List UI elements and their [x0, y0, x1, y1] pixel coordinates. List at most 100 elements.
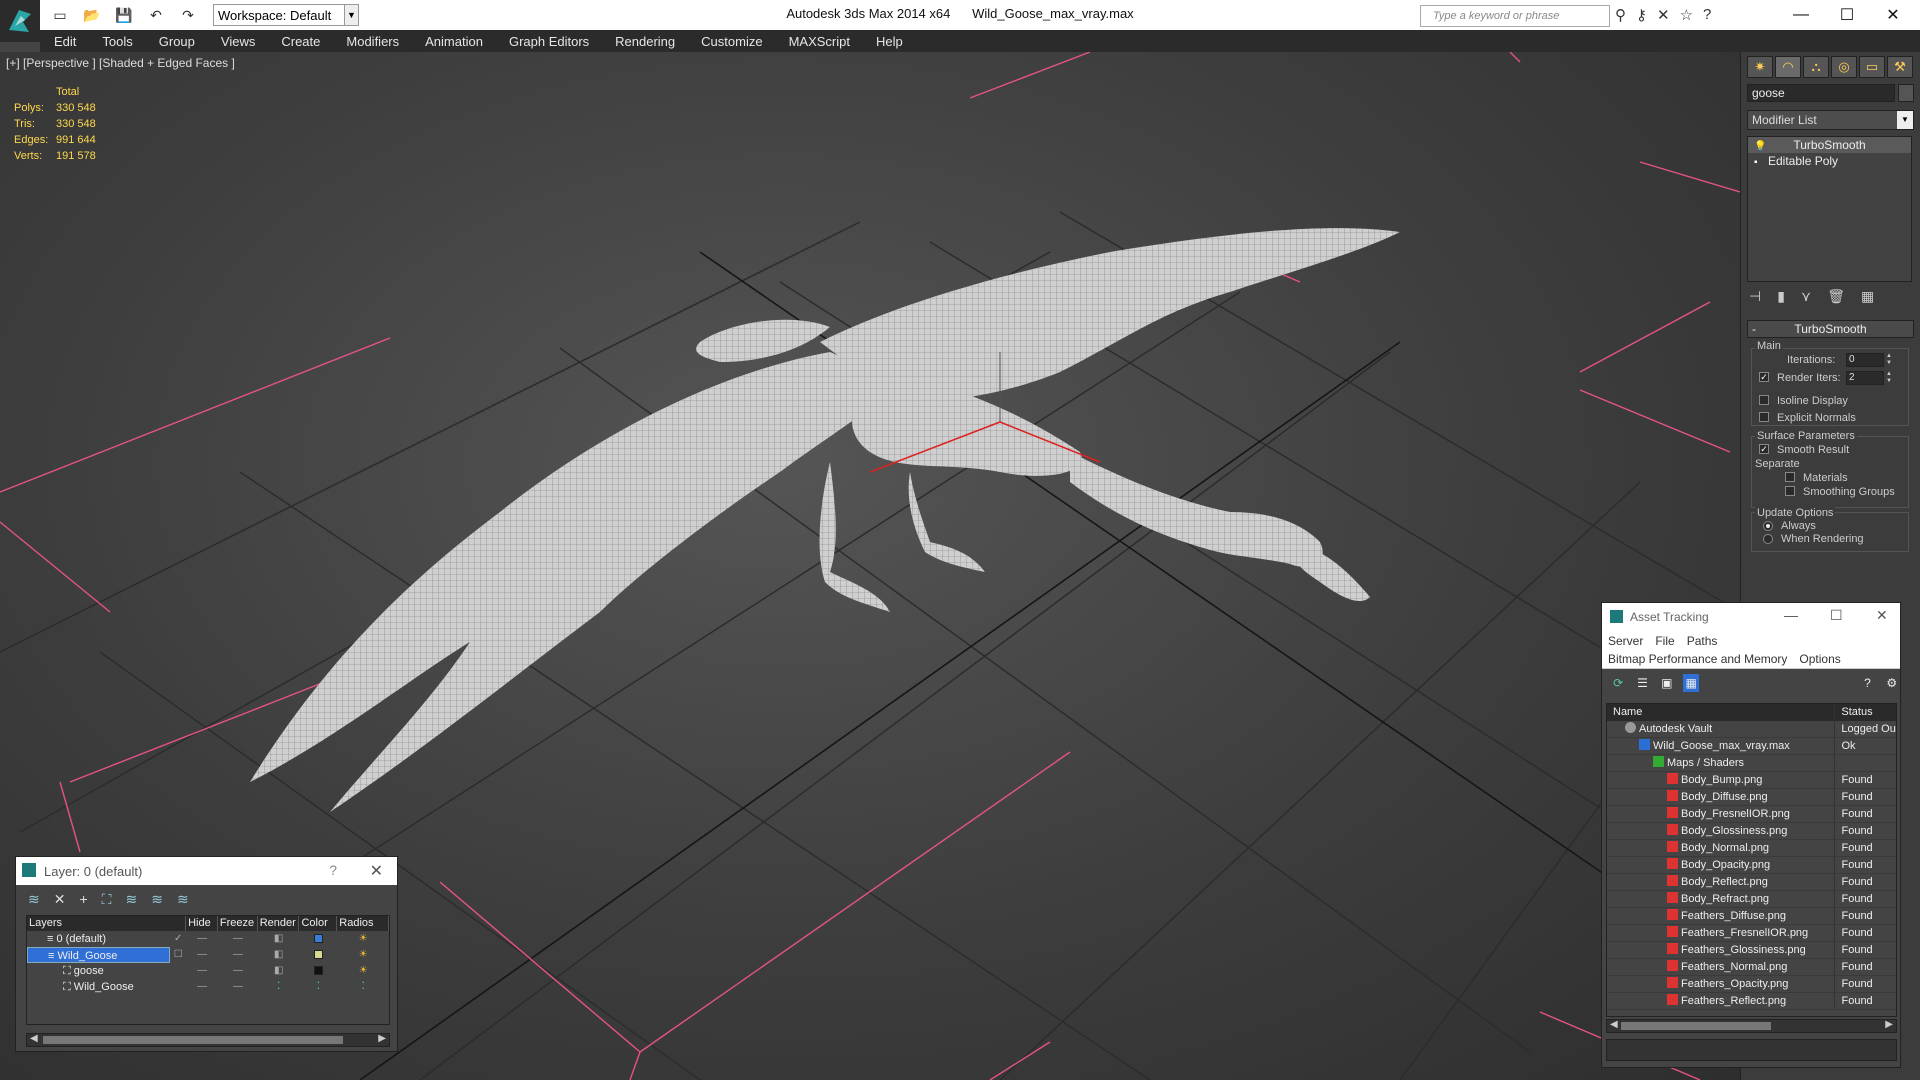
- menu-edit[interactable]: Edit: [40, 34, 89, 49]
- remove-modifier-icon[interactable]: 🗑: [1827, 288, 1845, 305]
- color-toggle-icon[interactable]: ⁚: [300, 979, 338, 995]
- hide-toggle[interactable]: —: [186, 963, 218, 979]
- asset-row[interactable]: Feathers_Normal.png Found: [1607, 959, 1896, 976]
- radiosity-icon[interactable]: ☀: [337, 963, 389, 979]
- asset-row[interactable]: Body_FresnelIOR.png Found: [1607, 806, 1896, 823]
- render-toggle-icon[interactable]: ◧: [258, 963, 300, 979]
- asset-dialog-titlebar[interactable]: Asset Tracking — ☐ ✕: [1602, 603, 1900, 631]
- options-icon[interactable]: ⚙: [1884, 674, 1900, 692]
- configure-sets-icon[interactable]: ▦: [1861, 288, 1874, 305]
- menu-bitmap-performance[interactable]: Bitmap Performance and Memory: [1602, 652, 1793, 666]
- current-layer-check-icon[interactable]: ✓: [170, 931, 186, 947]
- binoculars-icon[interactable]: ⚲: [1615, 6, 1626, 24]
- add-to-layer-icon[interactable]: +: [79, 891, 87, 907]
- asset-row[interactable]: Wild_Goose_max_vray.max Ok: [1607, 738, 1896, 755]
- help-search-input[interactable]: Type a keyword or phrase: [1420, 5, 1610, 27]
- make-unique-icon[interactable]: ⋎: [1801, 288, 1811, 305]
- freeze-toggle[interactable]: —: [218, 979, 258, 995]
- expand-icon[interactable]: ▪: [1754, 155, 1758, 171]
- viewport-label[interactable]: [+] [Perspective ] [Shaded + Edged Faces…: [6, 56, 235, 70]
- help-icon[interactable]: ?: [1703, 6, 1711, 24]
- asset-horizontal-scrollbar[interactable]: ◀ ▶: [1606, 1019, 1897, 1033]
- new-file-icon[interactable]: ▭: [46, 4, 74, 26]
- maximize-icon[interactable]: ☐: [1830, 607, 1843, 624]
- render-iters-spinner[interactable]: 2: [1846, 371, 1884, 385]
- current-layer-box[interactable]: ☐: [170, 947, 186, 963]
- menu-file[interactable]: File: [1649, 634, 1680, 648]
- freeze-toggle[interactable]: —: [218, 947, 258, 963]
- menu-server[interactable]: Server: [1602, 634, 1649, 648]
- isoline-display-checkbox[interactable]: [1759, 395, 1769, 405]
- menu-rendering[interactable]: Rendering: [602, 34, 688, 49]
- asset-row[interactable]: Feathers_Glossiness.png Found: [1607, 942, 1896, 959]
- spinner-arrows-icon[interactable]: ▲ ▼: [1885, 353, 1893, 367]
- redo-icon[interactable]: ↷: [174, 4, 202, 26]
- show-end-result-icon[interactable]: ▮: [1777, 288, 1785, 305]
- render-iters-checkbox[interactable]: ✓: [1759, 372, 1769, 382]
- scroll-left-icon[interactable]: ◀: [1610, 1019, 1618, 1030]
- close-icon[interactable]: ✕: [1876, 607, 1888, 624]
- asset-row[interactable]: Body_Normal.png Found: [1607, 840, 1896, 857]
- display-tab-icon[interactable]: ▭: [1859, 56, 1885, 78]
- asset-row[interactable]: Body_Opacity.png Found: [1607, 857, 1896, 874]
- radiosity-icon[interactable]: ☀: [337, 931, 389, 947]
- modifier-list-dropdown[interactable]: Modifier List ▼: [1747, 110, 1914, 130]
- asset-row[interactable]: Autodesk Vault Logged Out: [1607, 721, 1896, 738]
- close-button[interactable]: ✕: [1870, 0, 1916, 30]
- smoothing-groups-checkbox[interactable]: [1785, 486, 1795, 496]
- menu-tools[interactable]: Tools: [89, 34, 145, 49]
- key-icon[interactable]: ⚷: [1636, 6, 1647, 24]
- turbosmooth-rollout-header[interactable]: - TurboSmooth: [1747, 320, 1914, 338]
- menu-help[interactable]: Help: [863, 34, 916, 49]
- asset-row[interactable]: Feathers_Diffuse.png Found: [1607, 908, 1896, 925]
- layer-color-swatch[interactable]: [313, 966, 323, 975]
- materials-checkbox[interactable]: [1785, 472, 1795, 482]
- stack-item-turbosmooth[interactable]: 💡 TurboSmooth: [1748, 137, 1911, 153]
- hide-toggle[interactable]: —: [186, 979, 218, 995]
- layer-color-swatch[interactable]: [313, 934, 323, 943]
- radiosity-icon[interactable]: ☀: [337, 947, 389, 963]
- always-radio[interactable]: [1763, 521, 1773, 531]
- freeze-toggle[interactable]: —: [218, 963, 258, 979]
- layer-row[interactable]: ≡ 0 (default) ✓ — — ◧ ☀: [27, 931, 389, 947]
- hide-toggle[interactable]: —: [186, 947, 218, 963]
- maximize-button[interactable]: ☐: [1824, 0, 1870, 30]
- menu-options[interactable]: Options: [1793, 652, 1846, 666]
- minimize-icon[interactable]: —: [1784, 607, 1798, 623]
- render-toggle-icon[interactable]: ◧: [258, 947, 300, 963]
- menu-maxscript[interactable]: MAXScript: [776, 34, 863, 49]
- menu-group[interactable]: Group: [146, 34, 208, 49]
- exchange-icon[interactable]: ✕: [1657, 6, 1670, 24]
- scrollbar-thumb[interactable]: [1621, 1022, 1771, 1030]
- explicit-normals-checkbox[interactable]: [1759, 412, 1769, 422]
- asset-row[interactable]: Body_Reflect.png Found: [1607, 874, 1896, 891]
- layer-horizontal-scrollbar[interactable]: ◀ ▶: [26, 1033, 390, 1047]
- save-file-icon[interactable]: 💾: [110, 4, 138, 26]
- hide-all-icon[interactable]: ≋: [151, 891, 163, 908]
- close-icon[interactable]: ✕: [370, 861, 383, 881]
- select-in-layer-icon[interactable]: ⛶: [102, 891, 112, 908]
- render-toggle-icon[interactable]: ◧: [258, 931, 300, 947]
- column-hide[interactable]: Hide: [186, 916, 218, 931]
- layer-row[interactable]: ⛶ Wild_Goose — — ⁚ ⁚ ⁚: [27, 979, 389, 995]
- menu-animation[interactable]: Animation: [412, 34, 496, 49]
- open-file-icon[interactable]: 📂: [78, 4, 106, 26]
- undo-icon[interactable]: ↶: [142, 4, 170, 26]
- asset-row[interactable]: Feathers_FresnelIOR.png Found: [1607, 925, 1896, 942]
- menu-views[interactable]: Views: [208, 34, 268, 49]
- menu-paths[interactable]: Paths: [1681, 634, 1724, 648]
- thumbnail-view-icon[interactable]: ▣: [1659, 674, 1675, 692]
- menu-customize[interactable]: Customize: [688, 34, 775, 49]
- scroll-left-icon[interactable]: ◀: [30, 1033, 38, 1044]
- layer-row[interactable]: ⛶ goose — — ◧ ☀: [27, 963, 389, 979]
- refresh-icon[interactable]: ⟳: [1610, 674, 1626, 692]
- freeze-toggle[interactable]: —: [218, 931, 258, 947]
- scroll-right-icon[interactable]: ▶: [1885, 1019, 1893, 1030]
- render-toggle-icon[interactable]: ⁚: [258, 979, 300, 995]
- motion-tab-icon[interactable]: ◎: [1831, 56, 1857, 78]
- workspace-dropdown[interactable]: Workspace: Default ▼: [213, 4, 359, 26]
- asset-row[interactable]: Body_Refract.png Found: [1607, 891, 1896, 908]
- asset-row[interactable]: Feathers_Reflect.png Found: [1607, 993, 1896, 1010]
- minimize-button[interactable]: —: [1778, 0, 1824, 30]
- layers-icon[interactable]: ≋: [28, 891, 40, 908]
